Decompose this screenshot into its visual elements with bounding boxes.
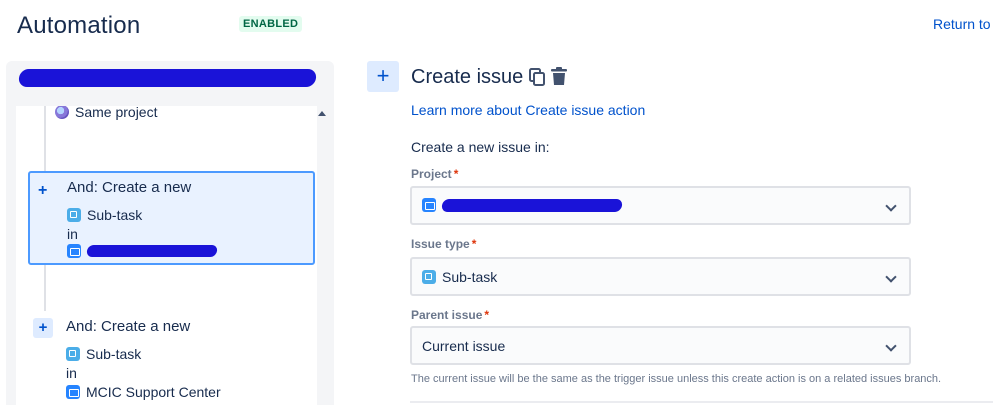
- card-project: [67, 244, 218, 258]
- globe-icon: [55, 106, 69, 119]
- learn-more-link[interactable]: Learn more about Create issue action: [411, 102, 645, 118]
- scroll-up-arrow[interactable]: [318, 111, 326, 116]
- trash-icon[interactable]: [551, 67, 567, 86]
- issue-type-label-text: Issue type: [411, 237, 470, 251]
- chevron-down-icon: [885, 200, 897, 212]
- project-select-value: [422, 198, 623, 212]
- divider: [410, 401, 993, 403]
- plus-icon[interactable]: +: [33, 318, 53, 338]
- issue-type-select-value: Sub-task: [422, 269, 497, 285]
- intro-text: Create a new issue in:: [411, 139, 550, 155]
- required-mark: *: [453, 167, 459, 181]
- chevron-down-icon: [885, 271, 897, 283]
- card-project: MCIC Support Center: [66, 384, 221, 400]
- parent-issue-label: Parent issue *: [411, 308, 489, 322]
- list-item-label: Same project: [75, 106, 158, 120]
- parent-issue-select[interactable]: Current issue: [410, 326, 911, 365]
- status-badge: ENABLED: [239, 16, 303, 32]
- required-mark: *: [484, 308, 490, 322]
- required-mark: *: [471, 237, 477, 251]
- project-select[interactable]: [410, 186, 911, 225]
- subtask-icon: [422, 270, 436, 284]
- add-component-button[interactable]: +: [367, 61, 399, 92]
- rule-list[interactable]: Same project + And: Create a new Sub-tas…: [16, 106, 317, 405]
- card-title: And: Create a new: [66, 318, 191, 335]
- parent-issue-label-text: Parent issue: [411, 308, 483, 322]
- parent-issue-value: Current issue: [422, 338, 506, 354]
- page-title: Automation: [17, 12, 141, 39]
- rule-card-selected[interactable]: + And: Create a new Sub-task in: [28, 171, 315, 265]
- list-item[interactable]: Same project: [55, 106, 157, 120]
- card-issue-type: Sub-task: [67, 207, 142, 223]
- card-connector: in: [67, 226, 78, 242]
- project-icon: [67, 244, 81, 258]
- parent-issue-select-value: Current issue: [422, 338, 505, 354]
- redacted-project: [441, 198, 623, 212]
- redacted-project: [86, 245, 218, 257]
- card-issue-type-label: Sub-task: [86, 346, 142, 362]
- rule-panel: Same project + And: Create a new Sub-tas…: [6, 61, 334, 405]
- action-title: Create issue: [411, 66, 524, 88]
- project-icon: [66, 385, 80, 399]
- issue-type-label: Issue type *: [411, 237, 476, 251]
- project-label: Project *: [411, 167, 458, 181]
- issue-type-value: Sub-task: [442, 269, 498, 285]
- copy-icon[interactable]: [529, 68, 545, 86]
- project-label-text: Project: [411, 167, 452, 181]
- subtask-icon: [67, 208, 81, 222]
- plus-icon[interactable]: +: [38, 183, 47, 199]
- issue-type-select[interactable]: Sub-task: [410, 257, 911, 296]
- card-issue-type: Sub-task: [66, 346, 141, 362]
- card-title: And: Create a new: [67, 179, 192, 196]
- project-icon: [422, 198, 436, 212]
- rule-card[interactable]: + And: Create a new Sub-task in MCIC Sup…: [28, 311, 315, 405]
- helper-text: The current issue will be the same as th…: [411, 373, 942, 385]
- card-project-label: MCIC Support Center: [86, 384, 221, 400]
- flow-connector: [44, 265, 46, 312]
- chevron-down-icon: [885, 340, 897, 352]
- card-issue-type-label: Sub-task: [87, 207, 143, 223]
- subtask-icon: [66, 347, 80, 361]
- card-connector: in: [66, 365, 77, 381]
- rule-name-redacted: [18, 69, 317, 87]
- return-link[interactable]: Return to: [933, 16, 991, 32]
